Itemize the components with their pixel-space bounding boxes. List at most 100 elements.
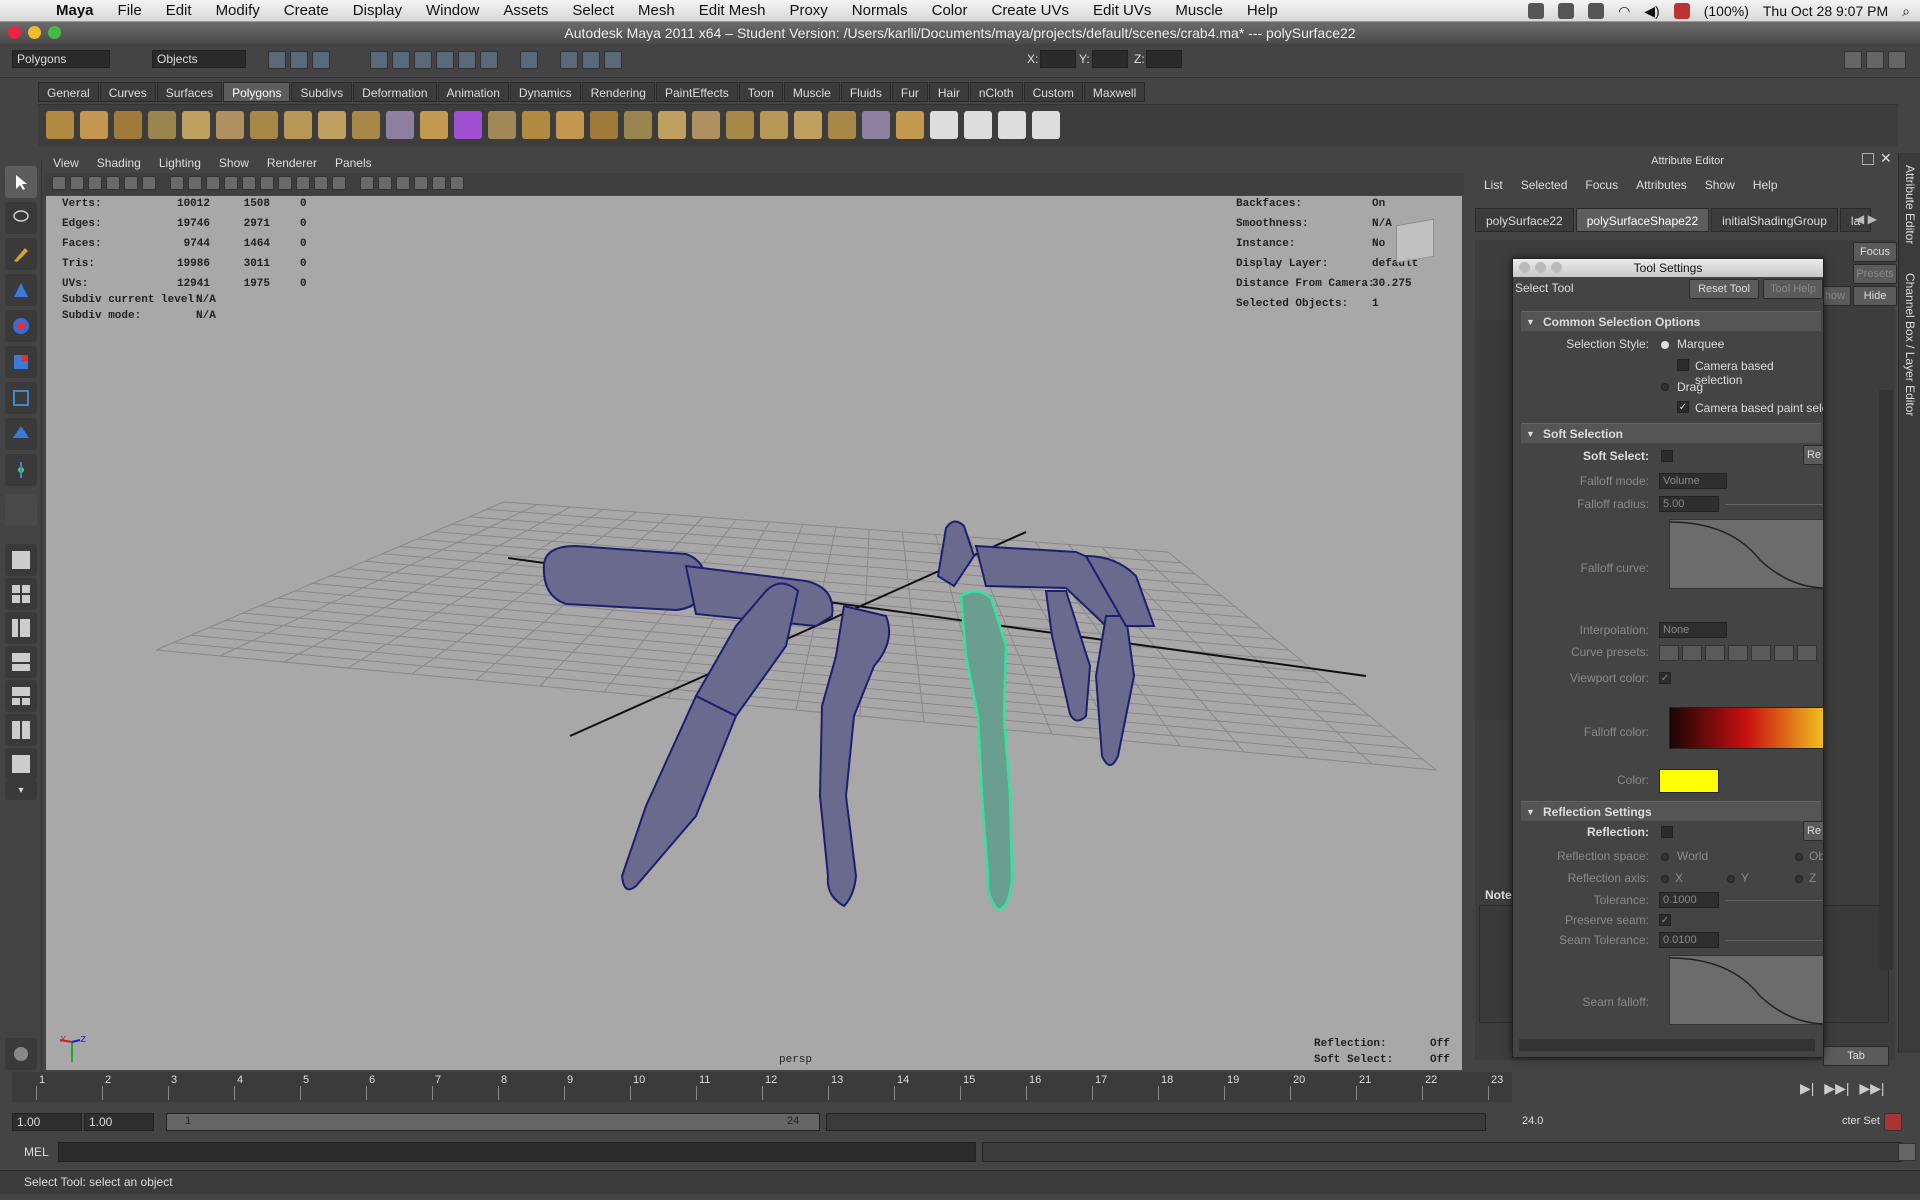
shelf-tool-icon[interactable] xyxy=(692,111,720,139)
shelf-tool-icon[interactable] xyxy=(352,111,380,139)
curve-preset-button[interactable] xyxy=(1659,645,1679,661)
spotlight-icon[interactable]: ⌕ xyxy=(1902,3,1910,20)
menu-assets[interactable]: Assets xyxy=(491,0,560,22)
rotate-tool-icon[interactable] xyxy=(5,310,37,342)
marquee-radio[interactable] xyxy=(1661,341,1669,349)
tab-button[interactable]: Tab xyxy=(1823,1046,1889,1066)
reflection-checkbox[interactable] xyxy=(1661,826,1673,838)
select-tool-icon[interactable] xyxy=(5,166,37,198)
ts-horizontal-scrollbar[interactable] xyxy=(1519,1039,1815,1051)
menu-edit-uvs[interactable]: Edit UVs xyxy=(1081,0,1163,22)
ae-menu-show[interactable]: Show xyxy=(1696,174,1744,196)
attribute-editor-side-tab[interactable]: Attribute Editor xyxy=(1903,165,1917,244)
panel-toolbar-icon[interactable] xyxy=(332,176,346,190)
shelf-tab-rendering[interactable]: Rendering xyxy=(581,82,655,102)
universal-manipulator-icon[interactable] xyxy=(5,382,37,414)
shelf-tool-icon[interactable] xyxy=(386,111,414,139)
shelf-tab-subdivs[interactable]: Subdivs xyxy=(291,82,353,102)
soft-mod-icon[interactable] xyxy=(5,418,37,450)
panel-toolbar-icon[interactable] xyxy=(124,176,138,190)
menu-select[interactable]: Select xyxy=(560,0,626,22)
tab-scroll-icon[interactable]: ◀ ▶ xyxy=(1855,212,1877,226)
panel-toolbar-icon[interactable] xyxy=(396,176,410,190)
seam-falloff-graph[interactable] xyxy=(1669,955,1823,1025)
panel-toolbar-icon[interactable] xyxy=(52,176,66,190)
preserve-seam-checkbox[interactable]: ✓ xyxy=(1659,914,1671,926)
shelf-tool-icon[interactable] xyxy=(828,111,856,139)
panel-toolbar-icon[interactable] xyxy=(278,176,292,190)
ae-menu-attributes[interactable]: Attributes xyxy=(1627,174,1696,196)
reflection-reset-button[interactable]: Re xyxy=(1803,821,1823,841)
shelf-tool-icon[interactable] xyxy=(318,111,346,139)
hide-button[interactable]: Hide xyxy=(1853,286,1897,306)
shelf-tool-icon[interactable] xyxy=(522,111,550,139)
ae-tab-polysurfaceshape22[interactable]: polySurfaceShape22 xyxy=(1575,208,1710,232)
ae-scrollbar[interactable] xyxy=(1879,390,1893,970)
menu-create-uvs[interactable]: Create UVs xyxy=(979,0,1081,22)
snap-point-icon[interactable] xyxy=(414,51,432,69)
shelf-tab-dynamics[interactable]: Dynamics xyxy=(509,82,581,102)
character-set-label[interactable]: cter Set xyxy=(1842,1115,1880,1127)
shelf-tool-icon[interactable] xyxy=(624,111,652,139)
script-editor-icon[interactable] xyxy=(1898,1143,1916,1161)
curve-preset-button[interactable] xyxy=(1797,645,1817,661)
falloff-curve-graph[interactable] xyxy=(1669,519,1823,589)
menu-proxy[interactable]: Proxy xyxy=(777,0,839,22)
snap-curve-icon[interactable] xyxy=(392,51,410,69)
play-forward-icon[interactable]: ▶| xyxy=(1800,1080,1814,1096)
shelf-tool-icon[interactable] xyxy=(794,111,822,139)
shelf-tab-hair[interactable]: Hair xyxy=(928,82,969,102)
interpolation-dropdown[interactable]: None xyxy=(1659,622,1727,638)
shelf-tab-deformation[interactable]: Deformation xyxy=(353,82,437,102)
time-slider[interactable]: 1 2 3 4 5 6 7 8 9 10 11 12 13 14 15 16 17 18 19 20 21 22 23 xyxy=(12,1072,1512,1102)
shelf-tool-icon[interactable] xyxy=(590,111,618,139)
shelf-tool-icon[interactable] xyxy=(420,111,448,139)
sync-icon[interactable] xyxy=(1558,3,1575,19)
range-slider[interactable]: 1 24 xyxy=(166,1113,820,1131)
persp-graph-layout-icon[interactable] xyxy=(5,646,37,678)
shelf-tool-icon[interactable] xyxy=(454,111,482,139)
tool-help-button[interactable]: Tool Help xyxy=(1763,279,1823,299)
clock[interactable]: Thu Oct 28 9:07 PM xyxy=(1763,3,1888,19)
camera-based-selection-checkbox[interactable] xyxy=(1677,359,1689,371)
menu-window[interactable]: Window xyxy=(414,0,491,22)
end-time-field[interactable]: 24.0 xyxy=(1522,1115,1543,1127)
ae-menu-focus[interactable]: Focus xyxy=(1576,174,1627,196)
camera-based-paint-checkbox[interactable]: ✓ xyxy=(1677,401,1689,413)
crab-leg-lower-right[interactable] xyxy=(1094,615,1136,766)
ae-tab-initialshadinggroup[interactable]: initialShadingGroup xyxy=(1711,208,1838,232)
viewport-color-checkbox[interactable]: ✓ xyxy=(1659,672,1671,684)
shelf-tab-fur[interactable]: Fur xyxy=(891,82,928,102)
playback-start-field[interactable]: 1.00 xyxy=(84,1113,154,1131)
curve-preset-button[interactable] xyxy=(1728,645,1748,661)
panel-toolbar-icon[interactable] xyxy=(206,176,220,190)
menuset-dropdown[interactable]: Polygons xyxy=(12,50,110,68)
dropbox-icon[interactable] xyxy=(1528,3,1545,19)
panel-menu-renderer[interactable]: Renderer xyxy=(258,153,326,173)
hypershade-layout-icon[interactable] xyxy=(5,680,37,712)
soft-select-checkbox[interactable] xyxy=(1661,450,1673,462)
channel-box-side-tab[interactable]: Channel Box / Layer Editor xyxy=(1903,273,1917,416)
show-tool-settings-icon[interactable] xyxy=(1866,51,1884,69)
falloff-mode-dropdown[interactable]: Volume xyxy=(1659,473,1727,489)
select-object-icon[interactable] xyxy=(290,51,308,69)
flag-icon[interactable] xyxy=(1673,3,1690,19)
float-panel-icon[interactable] xyxy=(1862,153,1874,165)
menu-help[interactable]: Help xyxy=(1235,0,1290,22)
reflection-axis-z-radio[interactable] xyxy=(1795,875,1803,883)
view-cube[interactable] xyxy=(1396,218,1434,264)
shelf-tool-icon[interactable] xyxy=(930,111,958,139)
shelf-tool-icon[interactable] xyxy=(998,111,1026,139)
selection-mode-dropdown[interactable]: Objects xyxy=(152,50,246,68)
close-window-button[interactable] xyxy=(8,26,21,39)
shelf-tool-icon[interactable] xyxy=(862,111,890,139)
step-forward-icon[interactable]: ▶▶| xyxy=(1824,1080,1849,1096)
shelf-tool-icon[interactable] xyxy=(46,111,74,139)
ae-menu-selected[interactable]: Selected xyxy=(1512,174,1577,196)
auto-key-icon[interactable] xyxy=(1884,1113,1902,1131)
wifi-icon[interactable]: ◠ xyxy=(1618,3,1630,20)
menu-mesh[interactable]: Mesh xyxy=(626,0,687,22)
shelf-tab-animation[interactable]: Animation xyxy=(437,82,509,102)
move-tool-icon[interactable] xyxy=(5,274,37,306)
quick-layout-icon[interactable] xyxy=(5,1038,37,1070)
